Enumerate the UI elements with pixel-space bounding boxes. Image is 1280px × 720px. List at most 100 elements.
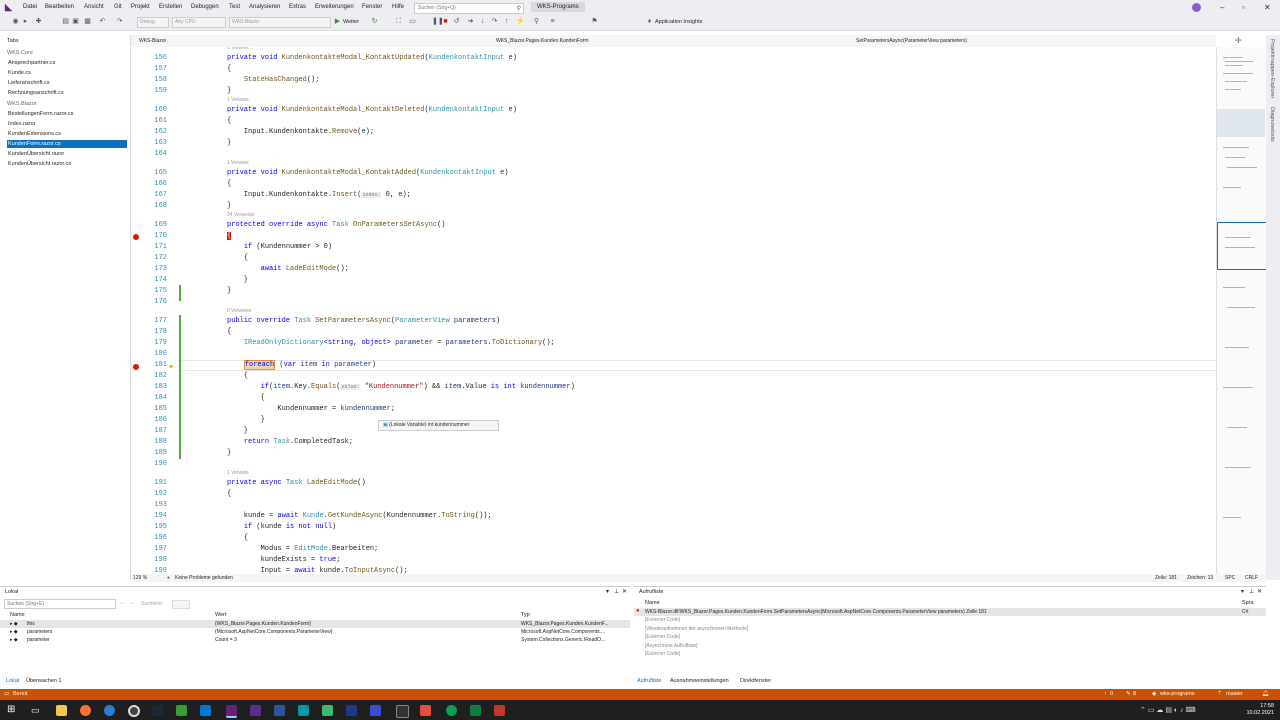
app-icon[interactable] [298,705,309,716]
codelens-references[interactable]: 34 Verweise [227,212,254,218]
pending-edits-count[interactable]: 8 [1133,689,1136,700]
menu-erweiterungen[interactable]: Erweiterungen [315,4,354,10]
notifications-icon[interactable]: 🔔︎ [1262,689,1269,700]
menu-datei[interactable]: Datei [23,4,37,10]
tab-watch-1[interactable]: Überwachen 1 [26,678,61,684]
zoom-level[interactable]: 129 % [133,574,147,582]
file-tab[interactable]: KundenExtensions.cs [8,130,124,138]
app-icon[interactable] [346,705,357,716]
configuration-select[interactable]: Debug [137,17,169,28]
edge-icon[interactable] [446,705,457,716]
error-count[interactable]: 0 [1110,689,1113,700]
minimap-current-region[interactable] [1217,222,1267,270]
callstack-frame[interactable]: [Asynchrone Aufrufliste] [645,643,698,649]
file-tab[interactable]: KundenÜbersicht.razor [8,150,124,158]
code-editor[interactable]: 1 Verweis 156 private void Kundenkontakt… [154,47,1216,574]
callstack-frame[interactable]: [Externer Code] [645,617,680,623]
undo-icon[interactable]: ↶ [99,18,106,25]
app-icon[interactable] [104,705,115,716]
codelens-references[interactable]: 1 Verweis [227,97,249,103]
open-icon[interactable]: ▤ [62,18,69,25]
member-combo[interactable]: SetParametersAsync(ParameterView paramet… [856,37,967,45]
callstack-frame[interactable]: [Externer Code] [645,651,680,657]
continue-icon[interactable]: ▶ [334,18,341,25]
stop-icon[interactable]: ■ [442,18,449,25]
app-icon[interactable] [274,705,285,716]
save-icon[interactable]: ▣ [72,18,79,25]
repository-icon[interactable]: ◆ [1152,689,1156,700]
menu-test[interactable]: Test [229,4,240,10]
solution-explorer-tab[interactable]: Projektmappen-Explorer [1269,39,1275,98]
menu-erstellen[interactable]: Erstellen [159,4,182,10]
menu-git[interactable]: Git [114,4,122,10]
expand-icon[interactable]: ▸ ◆ [10,629,18,635]
file-tab[interactable]: Index.razor [8,120,124,128]
callstack-frame[interactable]: WKS-Blazor.dll!WKS_Blazor.Pages.Kunden.K… [645,609,987,615]
close-icon[interactable]: ✕ [622,588,627,595]
panel-menu-icon[interactable]: ▾ [1241,588,1244,595]
app-icon[interactable] [420,705,431,716]
save-all-icon[interactable]: ▦ [84,18,91,25]
tab-locals[interactable]: Lokal [6,678,19,684]
new-item-icon[interactable]: ✚ [35,18,42,25]
column-name[interactable]: Name [645,600,660,606]
app-icon[interactable] [176,705,187,716]
minimap[interactable] [1216,47,1267,574]
search-next-icon[interactable]: → [129,600,135,606]
problems-status[interactable]: Keine Probleme gefunden [175,574,233,582]
lightbulb-icon[interactable]: ✦ [168,363,174,371]
visual-studio-icon[interactable] [226,705,237,718]
file-tab[interactable]: Rechnungsanschrift.cs [8,89,124,97]
callstack-frame[interactable]: [Wiederaufnehmen der asynchronen Methode… [645,626,748,632]
redo-icon[interactable]: ↷ [116,18,123,25]
system-clock[interactable]: 17:58 10.02.2021 [1246,703,1274,717]
minimap-viewport[interactable] [1217,109,1265,137]
continue-button[interactable]: Weiter [343,19,359,25]
app-icon[interactable] [322,705,333,716]
branch-icon[interactable]: ᛘ [1218,689,1221,700]
show-next-statement-icon[interactable]: ➜ [467,18,474,25]
app-icon[interactable] [396,705,409,718]
pin-icon[interactable]: ⊥ [614,588,619,595]
expand-icon[interactable]: ▸ ◆ [10,637,18,643]
menu-fenster[interactable]: Fenster [362,4,382,10]
startup-project-select[interactable]: WKS-Blazor [229,17,331,28]
steam-icon[interactable] [152,705,163,716]
platform-select[interactable]: Any CPU [172,17,226,28]
split-editor-icon[interactable]: ✛ [1235,36,1242,45]
app-icon[interactable] [494,705,505,716]
callstack-frame[interactable]: [Externer Code] [645,634,680,640]
app-icon[interactable] [250,705,261,716]
tray-icons[interactable]: ⌃ ▭ ☁ ▤ ◐ ♪ ⌨ [1140,706,1196,714]
file-tab-selected[interactable]: KundenForm.razor.cs [7,140,127,148]
browser-link-icon[interactable]: ⛶ [395,18,402,25]
app-icon[interactable] [200,705,211,716]
start-icon[interactable]: ⊞ [7,704,15,715]
tab-immediate-window[interactable]: Direktfenster [740,678,771,684]
task-view-icon[interactable]: ▭ [31,705,40,716]
obs-icon[interactable] [128,705,140,717]
column-language[interactable]: Spra [1242,600,1254,606]
tab-exception-settings[interactable]: Ausnahmeeinstellungen [670,678,729,684]
account-avatar[interactable] [1192,3,1201,12]
file-tab[interactable]: Ansprechpartner.cs [8,59,124,67]
locals-search-input[interactable]: Suchen (Strg+E) [4,599,116,609]
app-icon[interactable] [470,705,481,716]
menu-projekt[interactable]: Projekt [131,4,150,10]
navigate-back-icon[interactable]: ◉ [12,18,19,25]
refresh-icon[interactable]: ↻ [371,18,378,25]
pin-icon[interactable]: ⊥ [1249,588,1254,595]
codelens-references[interactable]: 1 Verweis [227,160,249,166]
close-icon[interactable]: ✕ [1257,588,1262,595]
app-insights-button[interactable]: Application Insights [655,19,702,25]
pending-edits-icon[interactable]: ✎ [1126,689,1131,700]
expand-icon[interactable]: ▸ ◆ [10,621,18,627]
panel-menu-icon[interactable]: ▾ [606,588,609,595]
explorer-icon[interactable] [56,705,67,716]
class-combo[interactable]: WKS_Blazor.Pages.Kunden.KundenForm [496,37,589,45]
break-all-icon[interactable]: ❚❚ [432,18,444,25]
error-count-icon[interactable]: ↑ [1104,689,1107,700]
step-over-icon[interactable]: ↷ [491,18,498,25]
find-icon[interactable]: ⚲ [533,18,540,25]
menu-hilfe[interactable]: Hilfe [392,4,404,10]
